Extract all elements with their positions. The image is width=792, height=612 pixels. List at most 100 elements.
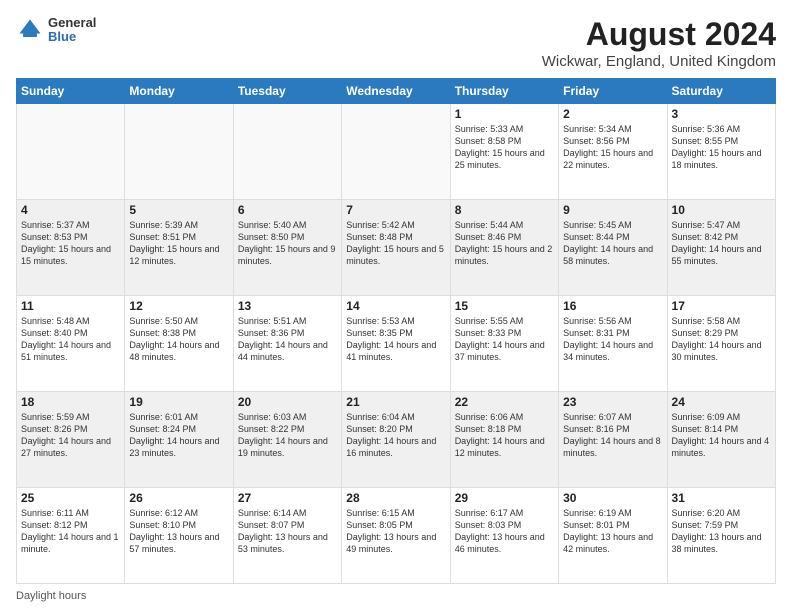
calendar-cell: 13 Sunrise: 5:51 AM Sunset: 8:36 PM Dayli…	[233, 296, 341, 392]
day-info: Sunrise: 6:01 AM Sunset: 8:24 PM Dayligh…	[129, 411, 228, 460]
day-number: 31	[672, 491, 771, 505]
calendar-cell: 18 Sunrise: 5:59 AM Sunset: 8:26 PM Dayli…	[17, 392, 125, 488]
day-number: 6	[238, 203, 337, 217]
day-info: Sunrise: 5:56 AM Sunset: 8:31 PM Dayligh…	[563, 315, 662, 364]
calendar-cell: 6Sunrise: 5:40 AM Sunset: 8:50 PM Daylig…	[233, 200, 341, 296]
day-info: Sunrise: 5:37 AM Sunset: 8:53 PM Dayligh…	[21, 219, 120, 268]
week-row-2: 11Sunrise: 5:48 AM Sunset: 8:40 PM Dayli…	[17, 296, 776, 392]
day-info: Sunrise: 6:14 AM Sunset: 8:07 PM Dayligh…	[238, 507, 337, 556]
col-header-saturday: Saturday	[667, 79, 775, 104]
day-info: Sunrise: 5:36 AM Sunset: 8:55 PM Dayligh…	[672, 123, 771, 172]
day-number: 16	[563, 299, 662, 313]
calendar-cell: 28Sunrise: 6:15 AM Sunset: 8:05 PM Dayli…	[342, 488, 450, 584]
calendar-cell: 12Sunrise: 5:50 AM Sunset: 8:38 PM Dayli…	[125, 296, 233, 392]
calendar-cell: 9 Sunrise: 5:45 AM Sunset: 8:44 PM Daylig…	[559, 200, 667, 296]
day-info: Sunrise: 6:17 AM Sunset: 8:03 PM Dayligh…	[455, 507, 554, 556]
calendar-cell: 30Sunrise: 6:19 AM Sunset: 8:01 PM Dayli…	[559, 488, 667, 584]
logo-blue-text: Blue	[48, 30, 96, 44]
calendar-cell: 26 Sunrise: 6:12 AM Sunset: 8:10 PM Dayli…	[125, 488, 233, 584]
calendar-cell: 29 Sunrise: 6:17 AM Sunset: 8:03 PM Dayli…	[450, 488, 558, 584]
calendar-cell: 23 Sunrise: 6:07 AM Sunset: 8:16 PM Dayli…	[559, 392, 667, 488]
day-number: 1	[455, 107, 554, 121]
day-info: Sunrise: 5:47 AM Sunset: 8:42 PM Dayligh…	[672, 219, 771, 268]
day-number: 7	[346, 203, 445, 217]
calendar-cell	[125, 104, 233, 200]
calendar-cell: 3Sunrise: 5:36 AM Sunset: 8:55 PM Daylig…	[667, 104, 775, 200]
day-info: Sunrise: 6:12 AM Sunset: 8:10 PM Dayligh…	[129, 507, 228, 556]
day-number: 8	[455, 203, 554, 217]
calendar-cell: 17Sunrise: 5:58 AM Sunset: 8:29 PM Dayli…	[667, 296, 775, 392]
col-header-friday: Friday	[559, 79, 667, 104]
day-info: Sunrise: 6:15 AM Sunset: 8:05 PM Dayligh…	[346, 507, 445, 556]
calendar-cell: 31Sunrise: 6:20 AM Sunset: 7:59 PM Dayli…	[667, 488, 775, 584]
day-number: 19	[129, 395, 228, 409]
calendar-cell: 5 Sunrise: 5:39 AM Sunset: 8:51 PM Daylig…	[125, 200, 233, 296]
day-info: Sunrise: 5:45 AM Sunset: 8:44 PM Dayligh…	[563, 219, 662, 268]
calendar-cell	[342, 104, 450, 200]
day-number: 25	[21, 491, 120, 505]
day-number: 5	[129, 203, 228, 217]
day-info: Sunrise: 5:33 AM Sunset: 8:58 PM Dayligh…	[455, 123, 554, 172]
day-info: Sunrise: 6:09 AM Sunset: 8:14 PM Dayligh…	[672, 411, 771, 460]
day-number: 4	[21, 203, 120, 217]
day-info: Sunrise: 6:19 AM Sunset: 8:01 PM Dayligh…	[563, 507, 662, 556]
calendar-cell: 8 Sunrise: 5:44 AM Sunset: 8:46 PM Daylig…	[450, 200, 558, 296]
day-info: Sunrise: 6:11 AM Sunset: 8:12 PM Dayligh…	[21, 507, 120, 556]
day-info: Sunrise: 5:51 AM Sunset: 8:36 PM Dayligh…	[238, 315, 337, 364]
calendar-cell: 10 Sunrise: 5:47 AM Sunset: 8:42 PM Dayli…	[667, 200, 775, 296]
day-info: Sunrise: 6:04 AM Sunset: 8:20 PM Dayligh…	[346, 411, 445, 460]
day-number: 2	[563, 107, 662, 121]
day-info: Sunrise: 5:39 AM Sunset: 8:51 PM Dayligh…	[129, 219, 228, 268]
page: General Blue August 2024 Wickwar, Englan…	[0, 0, 792, 612]
day-info: Sunrise: 5:44 AM Sunset: 8:46 PM Dayligh…	[455, 219, 554, 268]
day-info: Sunrise: 6:03 AM Sunset: 8:22 PM Dayligh…	[238, 411, 337, 460]
header: General Blue August 2024 Wickwar, Englan…	[16, 16, 776, 70]
col-header-thursday: Thursday	[450, 79, 558, 104]
col-header-monday: Monday	[125, 79, 233, 104]
col-header-wednesday: Wednesday	[342, 79, 450, 104]
calendar-cell: 22Sunrise: 6:06 AM Sunset: 8:18 PM Dayli…	[450, 392, 558, 488]
day-info: Sunrise: 5:53 AM Sunset: 8:35 PM Dayligh…	[346, 315, 445, 364]
calendar-cell: 21 Sunrise: 6:04 AM Sunset: 8:20 PM Dayli…	[342, 392, 450, 488]
calendar-cell: 1 Sunrise: 5:33 AM Sunset: 8:58 PM Daylig…	[450, 104, 558, 200]
main-title: August 2024	[542, 16, 776, 53]
calendar-cell: 4 Sunrise: 5:37 AM Sunset: 8:53 PM Daylig…	[17, 200, 125, 296]
day-number: 9	[563, 203, 662, 217]
day-number: 23	[563, 395, 662, 409]
calendar-cell: 16 Sunrise: 5:56 AM Sunset: 8:31 PM Dayli…	[559, 296, 667, 392]
calendar-cell: 27Sunrise: 6:14 AM Sunset: 8:07 PM Dayli…	[233, 488, 341, 584]
day-info: Sunrise: 5:55 AM Sunset: 8:33 PM Dayligh…	[455, 315, 554, 364]
calendar-cell: 14Sunrise: 5:53 AM Sunset: 8:35 PM Dayli…	[342, 296, 450, 392]
day-number: 26	[129, 491, 228, 505]
daylight-label: Daylight hours	[16, 590, 86, 602]
week-row-1: 4 Sunrise: 5:37 AM Sunset: 8:53 PM Daylig…	[17, 200, 776, 296]
logo-general-text: General	[48, 16, 96, 30]
calendar-cell: 15Sunrise: 5:55 AM Sunset: 8:33 PM Dayli…	[450, 296, 558, 392]
day-info: Sunrise: 5:34 AM Sunset: 8:56 PM Dayligh…	[563, 123, 662, 172]
day-number: 12	[129, 299, 228, 313]
calendar-cell: 19 Sunrise: 6:01 AM Sunset: 8:24 PM Dayli…	[125, 392, 233, 488]
calendar-cell: 25 Sunrise: 6:11 AM Sunset: 8:12 PM Dayli…	[17, 488, 125, 584]
calendar-cell: 7 Sunrise: 5:42 AM Sunset: 8:48 PM Daylig…	[342, 200, 450, 296]
logo-text: General Blue	[48, 16, 96, 45]
day-number: 20	[238, 395, 337, 409]
day-info: Sunrise: 6:07 AM Sunset: 8:16 PM Dayligh…	[563, 411, 662, 460]
day-info: Sunrise: 5:42 AM Sunset: 8:48 PM Dayligh…	[346, 219, 445, 268]
day-number: 13	[238, 299, 337, 313]
day-number: 11	[21, 299, 120, 313]
day-info: Sunrise: 5:59 AM Sunset: 8:26 PM Dayligh…	[21, 411, 120, 460]
calendar-header-row: SundayMondayTuesdayWednesdayThursdayFrid…	[17, 79, 776, 104]
day-info: Sunrise: 6:06 AM Sunset: 8:18 PM Dayligh…	[455, 411, 554, 460]
day-number: 10	[672, 203, 771, 217]
day-number: 18	[21, 395, 120, 409]
col-header-tuesday: Tuesday	[233, 79, 341, 104]
week-row-3: 18 Sunrise: 5:59 AM Sunset: 8:26 PM Dayli…	[17, 392, 776, 488]
calendar-table: SundayMondayTuesdayWednesdayThursdayFrid…	[16, 78, 776, 584]
day-number: 29	[455, 491, 554, 505]
logo: General Blue	[16, 16, 96, 45]
day-number: 24	[672, 395, 771, 409]
footer: Daylight hours	[16, 590, 776, 602]
day-number: 17	[672, 299, 771, 313]
day-number: 21	[346, 395, 445, 409]
calendar-cell: 2 Sunrise: 5:34 AM Sunset: 8:56 PM Daylig…	[559, 104, 667, 200]
